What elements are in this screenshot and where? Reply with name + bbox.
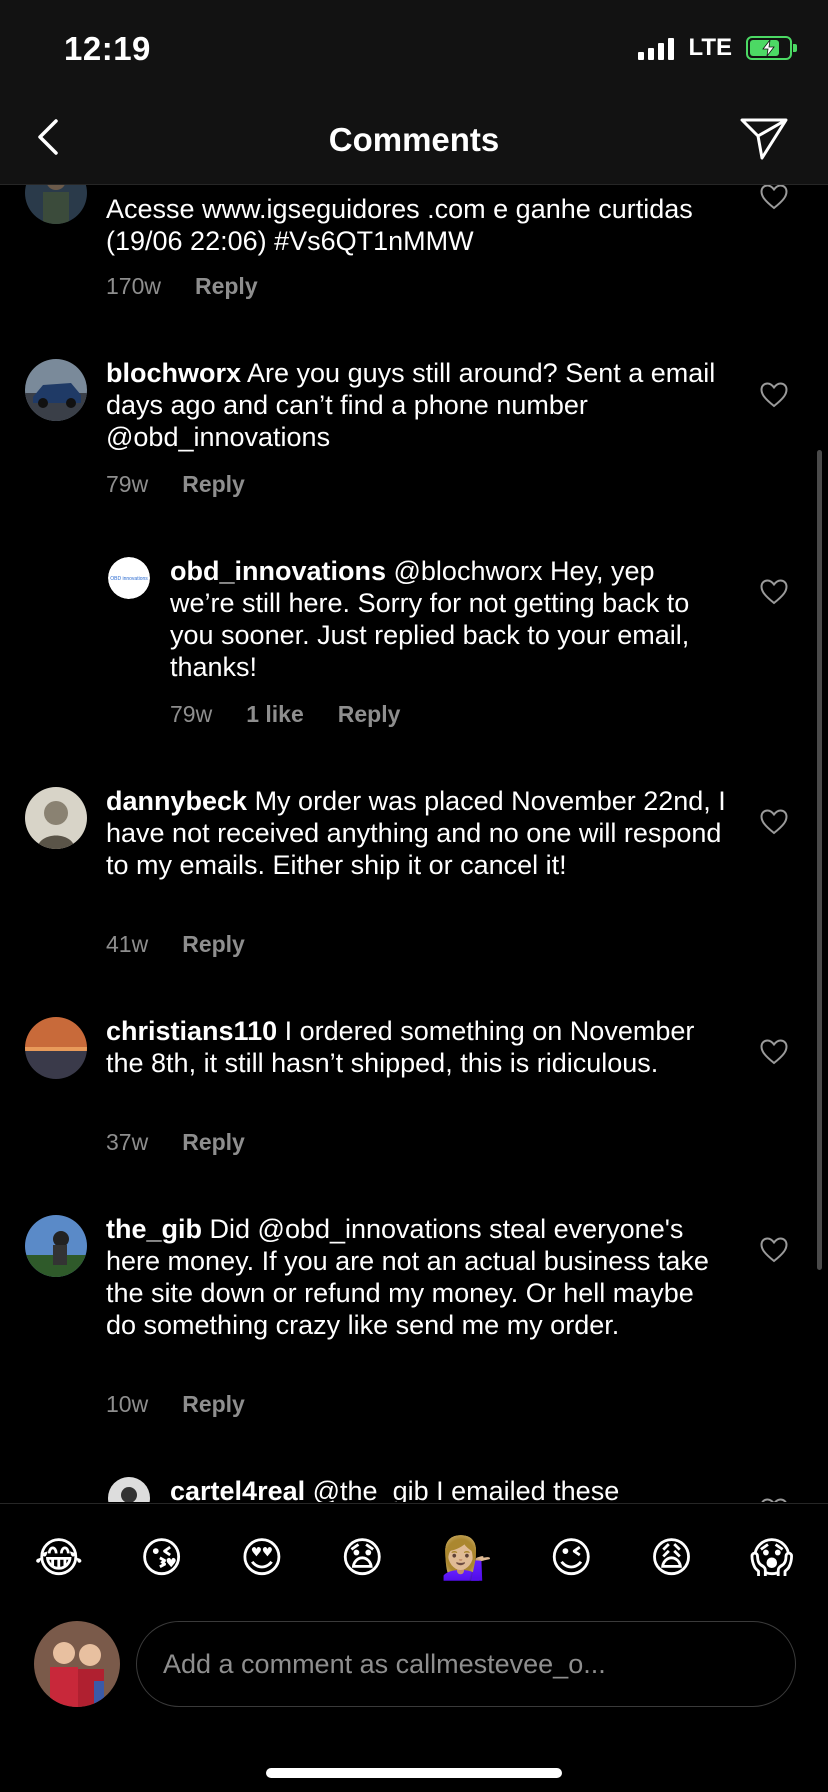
comment-body: dannybeck My order was placed November 2… (106, 785, 726, 881)
like-heart-icon[interactable] (760, 579, 788, 605)
network-type: LTE (688, 34, 732, 61)
avatar[interactable]: OBD innovations (108, 557, 150, 599)
comment-username[interactable]: christians110 (106, 1016, 277, 1046)
avatar[interactable] (25, 359, 87, 421)
comment-body: obd_innovations @blochworx Hey, yep we’r… (170, 555, 722, 683)
emoji-button[interactable]: 😘 (140, 1536, 184, 1579)
send-direct-icon[interactable] (738, 114, 790, 162)
status-time: 12:19 (64, 30, 151, 67)
comment-username[interactable]: cartel4real (170, 1476, 305, 1502)
svg-text:OBD innovations: OBD innovations (110, 576, 148, 582)
current-user-avatar[interactable] (34, 1621, 120, 1707)
comment-text: Acesse www.igseguidores .com e ganhe cur… (106, 194, 693, 256)
emoji-button[interactable]: 💁🏼‍♀️ (441, 1536, 493, 1579)
comment-age: 170w (106, 273, 161, 299)
comment-input[interactable] (136, 1621, 796, 1707)
like-heart-icon[interactable] (760, 184, 788, 210)
comment-text: @the_gib I emailed these (305, 1476, 620, 1502)
comment-username[interactable]: the_gib (106, 1214, 202, 1244)
comment-body: blochworx Are you guys still around? Sen… (106, 357, 726, 453)
avatar[interactable] (25, 1017, 87, 1079)
page-title: Comments (328, 121, 500, 158)
emoji-button[interactable]: 😍 (240, 1536, 284, 1579)
reply-button[interactable]: Reply (338, 701, 401, 728)
scrollbar[interactable] (817, 450, 822, 1270)
comment-age: 79w (170, 701, 213, 727)
avatar[interactable] (108, 1477, 150, 1502)
comments-list[interactable]: Acesse www.igseguidores .com e ganhe cur… (0, 0, 828, 1502)
comment-body: cartel4real @the_gib I emailed these (170, 1475, 722, 1502)
comment-age: 79w (106, 471, 149, 497)
emoji-button[interactable]: 😂 (34, 1536, 83, 1579)
comment-body: the_gib Did @obd_innovations steal every… (106, 1213, 726, 1341)
emoji-quick-bar: 😂 😘 😍 😧 💁🏼‍♀️ 😉 😩 😱 (0, 1503, 828, 1611)
comment-age: 37w (106, 1129, 149, 1155)
like-heart-icon[interactable] (760, 1498, 788, 1502)
reply-button[interactable]: Reply (182, 1129, 245, 1156)
emoji-button[interactable]: 😧 (340, 1536, 384, 1579)
signal-icon (638, 36, 675, 60)
reply-button[interactable]: Reply (182, 471, 245, 498)
emoji-button[interactable]: 😩 (650, 1536, 694, 1579)
comment-meta: 41w Reply (106, 931, 245, 958)
avatar[interactable] (25, 787, 87, 849)
comment-meta: 37w Reply (106, 1129, 245, 1156)
like-heart-icon[interactable] (760, 1039, 788, 1065)
emoji-button[interactable]: 😱 (750, 1536, 794, 1579)
comment-body: christians110 I ordered something on Nov… (106, 1015, 726, 1079)
comment-meta: 79w 1 like Reply (170, 701, 400, 728)
reply-button[interactable]: Reply (195, 273, 258, 300)
comment-meta: 10w Reply (106, 1391, 245, 1418)
emoji-button[interactable]: 😉 (549, 1536, 593, 1579)
comment-username[interactable]: blochworx (106, 358, 241, 388)
comment-age: 41w (106, 931, 149, 957)
comment-composer (0, 1611, 828, 1792)
status-indicators: LTE (638, 34, 797, 62)
avatar[interactable] (25, 1215, 87, 1277)
top-bar: 12:19 LTE Comments (0, 0, 828, 185)
battery-charging-icon (746, 36, 797, 60)
comment-username[interactable]: obd_innovations (170, 556, 386, 586)
like-heart-icon[interactable] (760, 1237, 788, 1263)
home-indicator[interactable] (266, 1768, 562, 1778)
comment-username[interactable]: dannybeck (106, 786, 247, 816)
reply-button[interactable]: Reply (182, 1391, 245, 1418)
comment-age: 10w (106, 1391, 149, 1417)
comment-meta: 79w Reply (106, 471, 245, 498)
reply-button[interactable]: Reply (182, 931, 245, 958)
likes-count[interactable]: 1 like (246, 701, 304, 728)
comment-meta: 170w Reply (106, 273, 258, 300)
like-heart-icon[interactable] (760, 809, 788, 835)
like-heart-icon[interactable] (760, 382, 788, 408)
